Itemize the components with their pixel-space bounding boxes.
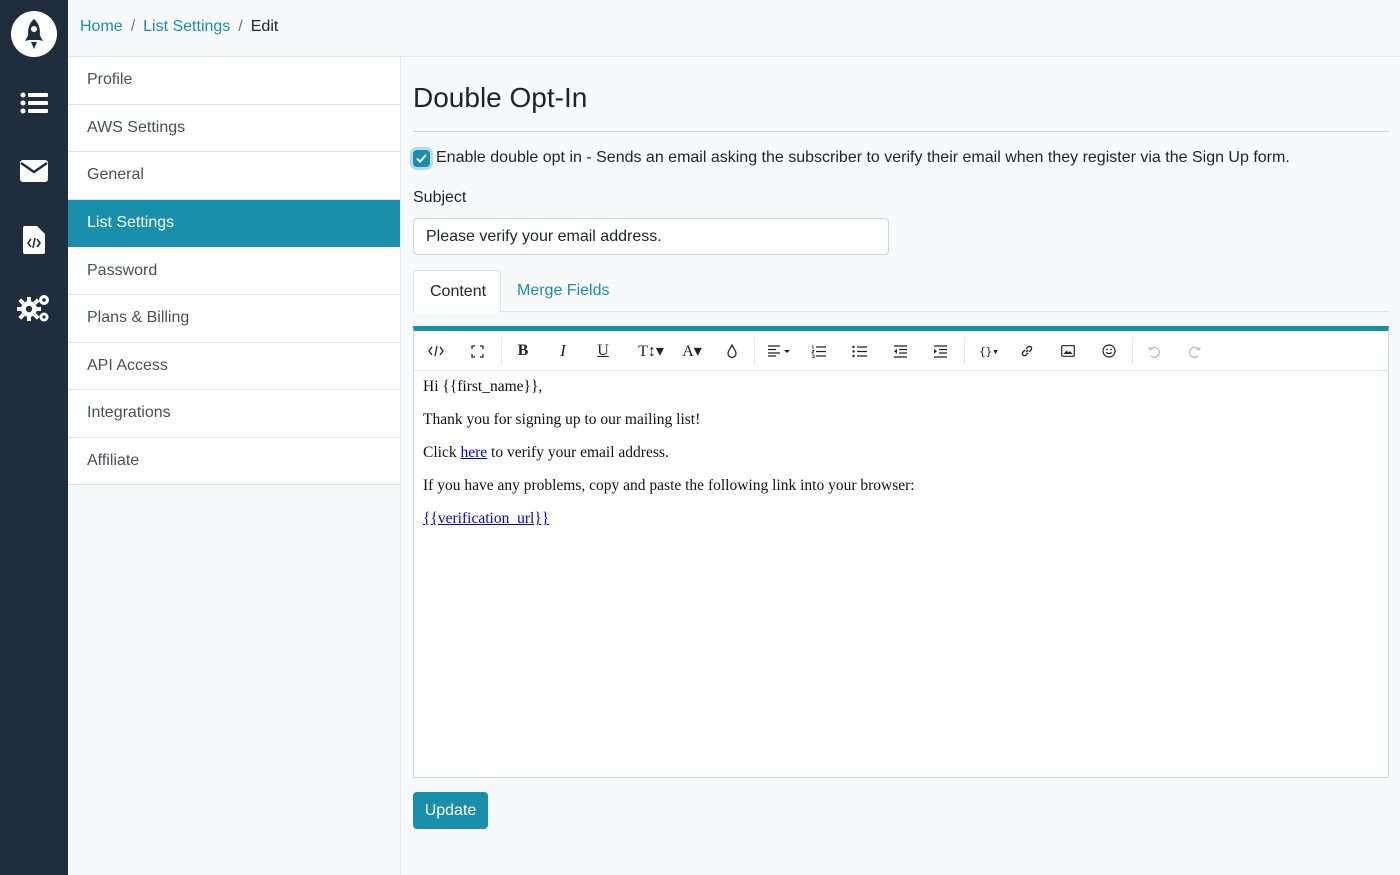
- double-opt-in-row: Enable double opt in - Sends an email as…: [413, 149, 1290, 167]
- unordered-list-icon[interactable]: [849, 331, 869, 371]
- breadcrumb-separator: /: [238, 18, 243, 35]
- editor-content[interactable]: Hi {{first_name}}, Thank you for signing…: [414, 371, 1388, 550]
- code-view-icon[interactable]: [426, 331, 446, 371]
- email-problems-line: If you have any problems, copy and paste…: [423, 477, 915, 495]
- ordered-list-icon[interactable]: [808, 331, 828, 371]
- top-header: Home / List Settings / Edit: [68, 0, 1400, 57]
- editor-tabs: Content Merge Fields: [413, 270, 1389, 313]
- email-url-line: {{verification_url}}: [423, 510, 1379, 529]
- toolbar-divider: [754, 337, 755, 365]
- menu-item-integrations[interactable]: Integrations: [68, 390, 400, 438]
- font-color-icon[interactable]: A▾: [678, 331, 706, 371]
- code-file-icon[interactable]: [14, 220, 54, 260]
- email-greeting: Hi {{first_name}},: [423, 378, 543, 395]
- emoji-icon[interactable]: [1099, 331, 1119, 371]
- rocket-icon[interactable]: [11, 11, 57, 57]
- font-size-icon[interactable]: T↕▾: [636, 331, 666, 371]
- bold-icon[interactable]: B: [513, 331, 533, 371]
- undo-icon[interactable]: [1144, 331, 1164, 371]
- editor-toolbar: B I U T↕▾ A▾ {}▾: [414, 331, 1388, 371]
- breadcrumb-current: Edit: [250, 18, 279, 35]
- icon-rail: [0, 0, 68, 875]
- italic-icon[interactable]: I: [553, 331, 573, 371]
- highlight-drop-icon[interactable]: [722, 331, 742, 371]
- tab-content[interactable]: Content: [413, 270, 501, 313]
- email-thanks-line: Thank you for signing up to our mailing …: [423, 411, 701, 429]
- subject-input[interactable]: [413, 218, 889, 255]
- toolbar-divider: [1132, 337, 1133, 365]
- breadcrumb-list-settings-link[interactable]: List Settings: [143, 18, 230, 36]
- indent-icon[interactable]: [930, 331, 950, 371]
- menu-item-api-access[interactable]: API Access: [68, 342, 400, 391]
- settings-menu: Profile AWS Settings General List Settin…: [68, 57, 401, 875]
- rich-text-editor: B I U T↕▾ A▾ {}▾ Hi {{first_name}}, Than…: [413, 326, 1389, 778]
- toolbar-divider: [964, 337, 965, 365]
- email-click-line: Click here to verify your email address.: [423, 444, 1379, 463]
- list-icon[interactable]: [14, 83, 54, 123]
- verify-here-link[interactable]: here: [460, 444, 487, 461]
- subject-label: Subject: [413, 189, 467, 206]
- menu-item-password[interactable]: Password: [68, 247, 400, 295]
- tab-merge-fields[interactable]: Merge Fields: [501, 270, 625, 312]
- menu-item-affiliate[interactable]: Affiliate: [68, 437, 400, 486]
- title-divider: [413, 131, 1389, 132]
- merge-tag-icon[interactable]: {}▾: [974, 331, 1004, 371]
- align-icon[interactable]: [764, 331, 794, 371]
- underline-icon[interactable]: U: [593, 331, 613, 371]
- double-opt-in-checkbox[interactable]: [413, 149, 430, 167]
- menu-item-general[interactable]: General: [68, 152, 400, 200]
- menu-item-profile[interactable]: Profile: [68, 57, 400, 105]
- page-title: Double Opt-In: [413, 82, 588, 113]
- update-button[interactable]: Update: [413, 792, 488, 829]
- breadcrumb: Home / List Settings / Edit: [80, 18, 278, 36]
- verification-url-link[interactable]: {{verification_url}}: [423, 510, 549, 527]
- breadcrumb-home-link[interactable]: Home: [80, 18, 123, 36]
- outdent-icon[interactable]: [890, 331, 910, 371]
- double-opt-in-label: Enable double opt in - Sends an email as…: [436, 149, 1290, 166]
- menu-item-list-settings[interactable]: List Settings: [68, 199, 400, 248]
- check-icon: [416, 153, 427, 163]
- menu-item-aws-settings[interactable]: AWS Settings: [68, 104, 400, 153]
- envelope-icon[interactable]: [14, 151, 54, 191]
- gears-icon[interactable]: [14, 288, 54, 328]
- email-click-prefix: Click: [423, 444, 461, 462]
- breadcrumb-separator: /: [130, 18, 136, 35]
- toolbar-divider: [501, 337, 502, 365]
- image-icon[interactable]: [1058, 331, 1078, 371]
- fullscreen-icon[interactable]: [467, 331, 487, 371]
- menu-item-plans-billing[interactable]: Plans & Billing: [68, 294, 400, 343]
- email-click-suffix: to verify your email address.: [487, 444, 669, 462]
- settings-menu-list: Profile AWS Settings General List Settin…: [68, 57, 400, 486]
- link-icon[interactable]: [1017, 331, 1037, 371]
- redo-icon[interactable]: [1185, 331, 1205, 371]
